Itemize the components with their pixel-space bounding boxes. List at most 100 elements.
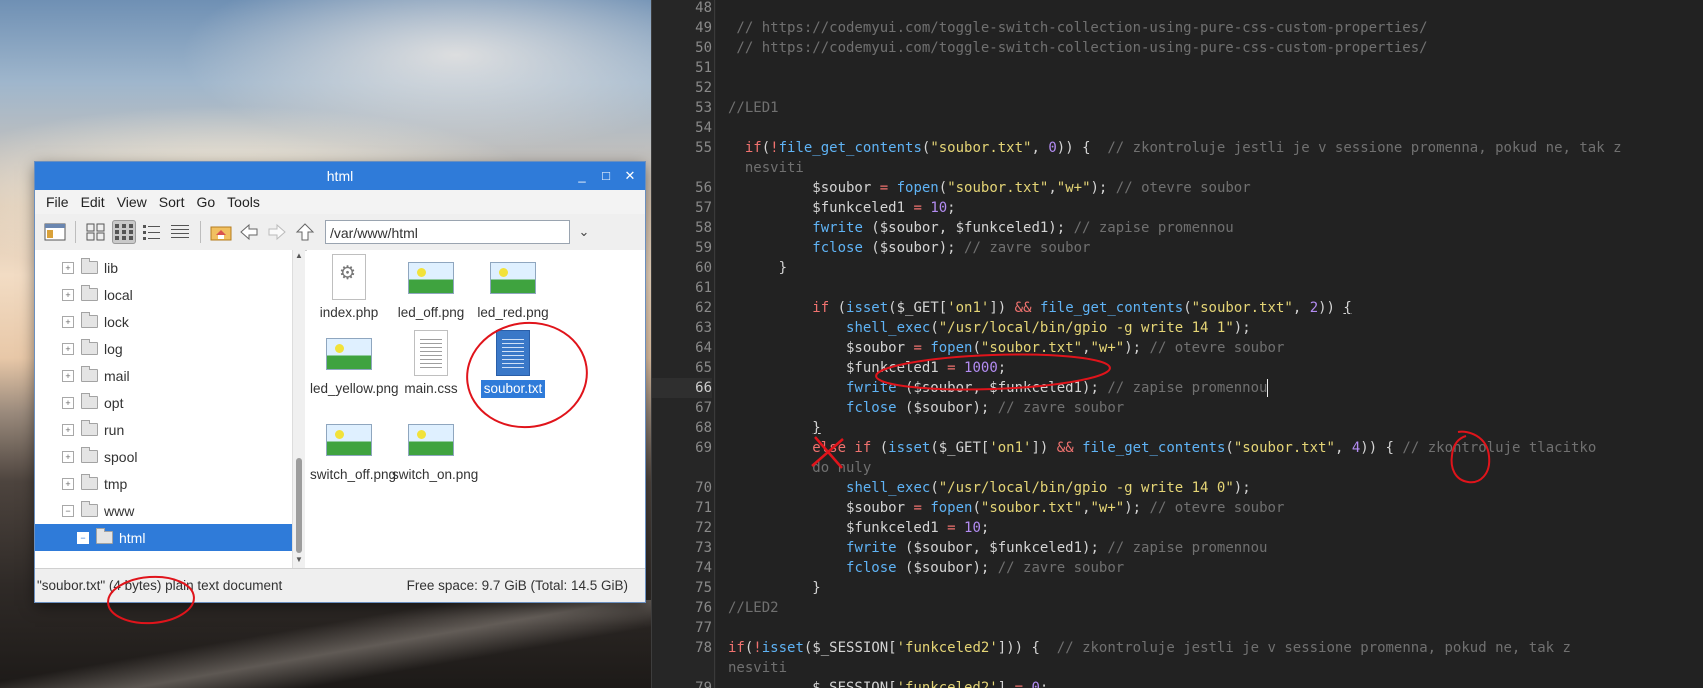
icon-view-icon[interactable] — [84, 220, 108, 244]
code-token: )) — [1318, 300, 1344, 316]
code-line[interactable]: else if (isset($_GET['on1']) && file_get… — [728, 438, 1596, 458]
code-token: ); — [1233, 480, 1251, 496]
file-item[interactable]: switch_on.png — [389, 416, 478, 484]
thumbnail-view-icon[interactable] — [112, 220, 136, 244]
code-line[interactable]: fclose ($soubor); // zavre soubor — [728, 398, 1124, 418]
code-token: $funkceled1 — [728, 360, 948, 376]
code-line[interactable]: if(!file_get_contents("soubor.txt", 0)) … — [728, 138, 1622, 158]
tree-scrollbar[interactable]: ▲ ▼ — [292, 250, 305, 568]
file-item[interactable]: main.css — [389, 330, 473, 398]
code-line[interactable]: } — [728, 258, 787, 278]
expand-icon[interactable]: + — [62, 288, 74, 301]
code-line[interactable]: $soubor = fopen("soubor.txt","w+"); // o… — [728, 338, 1284, 358]
code-line[interactable]: if(!isset($_SESSION['funkceled2'])) { //… — [728, 638, 1571, 658]
back-arrow-icon[interactable] — [237, 220, 261, 244]
expand-icon[interactable]: + — [62, 396, 74, 409]
scroll-up-icon[interactable]: ▲ — [293, 251, 305, 260]
code-line[interactable]: do nuly — [728, 458, 871, 478]
tree-item-local[interactable]: + local — [35, 281, 292, 308]
code-token: fclose — [846, 400, 897, 416]
code-line[interactable]: } — [728, 418, 820, 438]
code-line[interactable]: $soubor = fopen("soubor.txt","w+"); // o… — [728, 178, 1250, 198]
expand-icon[interactable]: + — [62, 369, 74, 382]
code-token: fopen — [930, 500, 973, 516]
tree-item-tmp[interactable]: + tmp — [35, 470, 292, 497]
menu-sort[interactable]: Sort — [153, 194, 191, 210]
code-token: fclose — [846, 560, 897, 576]
code-line[interactable]: fwrite ($soubor, $funkceled1); // zapise… — [728, 218, 1233, 238]
window-titlebar[interactable]: html _ □ ✕ — [35, 162, 645, 190]
code-line[interactable]: if (isset($_GET['on1']) && file_get_cont… — [728, 298, 1352, 318]
file-item[interactable]: ⚙ index.php — [307, 254, 391, 322]
code-line[interactable]: // https://codemyui.com/toggle-switch-co… — [728, 38, 1427, 58]
menu-tools[interactable]: Tools — [221, 194, 266, 210]
file-item[interactable]: led_off.png — [389, 254, 473, 322]
tree-item-spool[interactable]: + spool — [35, 443, 292, 470]
code-token: ( — [930, 480, 939, 496]
code-token: , — [1292, 300, 1310, 316]
file-item[interactable]: led_red.png — [471, 254, 555, 322]
code-token: $soubor — [728, 500, 914, 516]
forward-arrow-icon[interactable] — [265, 220, 289, 244]
code-line[interactable]: //LED1 — [728, 98, 779, 118]
file-item[interactable]: led_yellow.png — [307, 330, 399, 398]
list-view-icon[interactable] — [168, 220, 192, 244]
tree-item-www[interactable]: − www — [35, 497, 292, 524]
minimize-icon[interactable]: _ — [575, 162, 589, 190]
code-line[interactable]: nesviti — [728, 658, 787, 678]
code-line[interactable]: $soubor = fopen("soubor.txt","w+"); // o… — [728, 498, 1284, 518]
expand-icon[interactable]: + — [62, 423, 74, 436]
file-name: switch_on.png — [392, 467, 479, 482]
code-token: ($_SESSION[ — [803, 640, 897, 656]
path-input[interactable]: /var/www/html — [325, 220, 570, 244]
tree-item-html[interactable]: − html — [35, 524, 292, 551]
collapse-icon[interactable]: − — [62, 504, 74, 517]
menu-file[interactable]: File — [40, 194, 75, 210]
file-item-selected[interactable]: soubor.txt — [471, 330, 555, 398]
code-line[interactable]: $_SESSION['funkceled2'] = 0; — [728, 678, 1048, 688]
code-line[interactable]: fwrite ($soubor, $funkceled1); // zapise… — [728, 538, 1267, 558]
code-line[interactable]: //LED2 — [728, 598, 779, 618]
collapse-icon[interactable]: − — [77, 531, 89, 544]
expand-icon[interactable]: + — [62, 450, 74, 463]
tree-item-log[interactable]: + log — [35, 335, 292, 362]
code-line[interactable]: fclose ($soubor); // zavre soubor — [728, 238, 1090, 258]
code-line[interactable]: fwrite ($soubor, $funkceled1); // zapise… — [728, 378, 1269, 398]
tree-item-mail[interactable]: + mail — [35, 362, 292, 389]
code-line[interactable]: shell_exec("/usr/local/bin/gpio -g write… — [728, 478, 1251, 498]
tree-item-lib[interactable]: + lib — [35, 254, 292, 281]
code-line[interactable]: shell_exec("/usr/local/bin/gpio -g write… — [728, 318, 1251, 338]
code-line[interactable]: $funkceled1 = 10; — [728, 518, 989, 538]
scroll-down-icon[interactable]: ▼ — [293, 555, 305, 564]
new-window-icon[interactable] — [43, 220, 67, 244]
file-item[interactable]: switch_off.png — [307, 416, 396, 484]
code-line[interactable]: } — [728, 578, 820, 598]
code-editor[interactable]: 48 49 50 51 52 53 54 55 56 57 58 59 60 61 62 63 64 65 66 67… — [651, 0, 1703, 688]
scrollbar-thumb[interactable] — [296, 458, 302, 553]
code-line[interactable]: // https://codemyui.com/toggle-switch-co… — [728, 18, 1427, 38]
code-token: = — [879, 180, 889, 196]
menu-view[interactable]: View — [111, 194, 153, 210]
home-icon[interactable] — [209, 220, 233, 244]
expand-icon[interactable]: + — [62, 477, 74, 490]
expand-icon[interactable]: + — [62, 261, 74, 274]
code-line[interactable]: fclose ($soubor); // zavre soubor — [728, 558, 1124, 578]
code-line[interactable]: $funkceled1 = 10; — [728, 198, 955, 218]
menu-go[interactable]: Go — [190, 194, 221, 210]
menu-edit[interactable]: Edit — [75, 194, 111, 210]
code-line[interactable]: $funkceled1 = 1000; — [728, 358, 1006, 378]
compact-view-icon[interactable] — [140, 220, 164, 244]
chevron-down-icon[interactable]: ⌄ — [574, 224, 594, 240]
tree-item-opt[interactable]: + opt — [35, 389, 292, 416]
code-line[interactable]: nesviti — [728, 158, 804, 178]
tree-item-run[interactable]: + run — [35, 416, 292, 443]
expand-icon[interactable]: + — [62, 315, 74, 328]
close-icon[interactable]: ✕ — [623, 162, 637, 190]
folder-icon — [81, 312, 98, 328]
up-arrow-icon[interactable] — [293, 220, 317, 244]
tree-item-lock[interactable]: + lock — [35, 308, 292, 335]
expand-icon[interactable]: + — [62, 342, 74, 355]
tree-item-label: tmp — [104, 475, 128, 492]
maximize-icon[interactable]: □ — [599, 162, 613, 190]
